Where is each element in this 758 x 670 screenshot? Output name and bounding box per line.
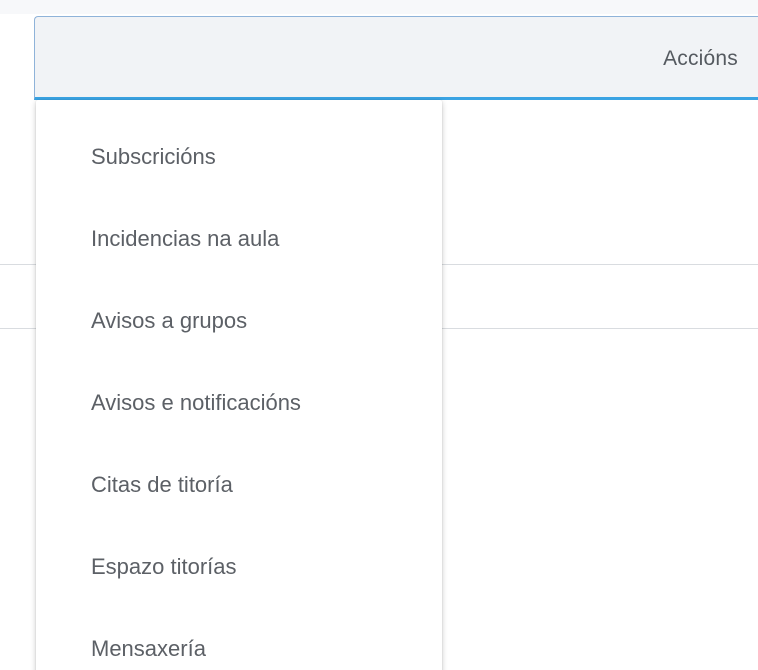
menu-item-mensaxeria[interactable]: Mensaxería — [36, 608, 442, 670]
menu-item-subscricions[interactable]: Subscricións — [36, 116, 442, 198]
actions-dropdown-toggle[interactable]: Accións — [34, 16, 758, 100]
menu-item-avisos-e-notificacions[interactable]: Avisos e notificacións — [36, 362, 442, 444]
menu-item-espazo-titorias[interactable]: Espazo titorías — [36, 526, 442, 608]
menu-item-citas-de-titoria[interactable]: Citas de titoría — [36, 444, 442, 526]
menu-list: Subscricións Incidencias na aula Avisos … — [36, 116, 442, 670]
actions-dropdown-menu: Subscricións Incidencias na aula Avisos … — [36, 100, 442, 670]
top-strip — [0, 0, 758, 14]
actions-label: Accións — [663, 47, 738, 70]
menu-item-avisos-a-grupos[interactable]: Avisos a grupos — [36, 280, 442, 362]
page: Accións Subscricións Incidencias na aula… — [0, 0, 758, 670]
left-gutter — [0, 14, 36, 670]
menu-item-incidencias-na-aula[interactable]: Incidencias na aula — [36, 198, 442, 280]
